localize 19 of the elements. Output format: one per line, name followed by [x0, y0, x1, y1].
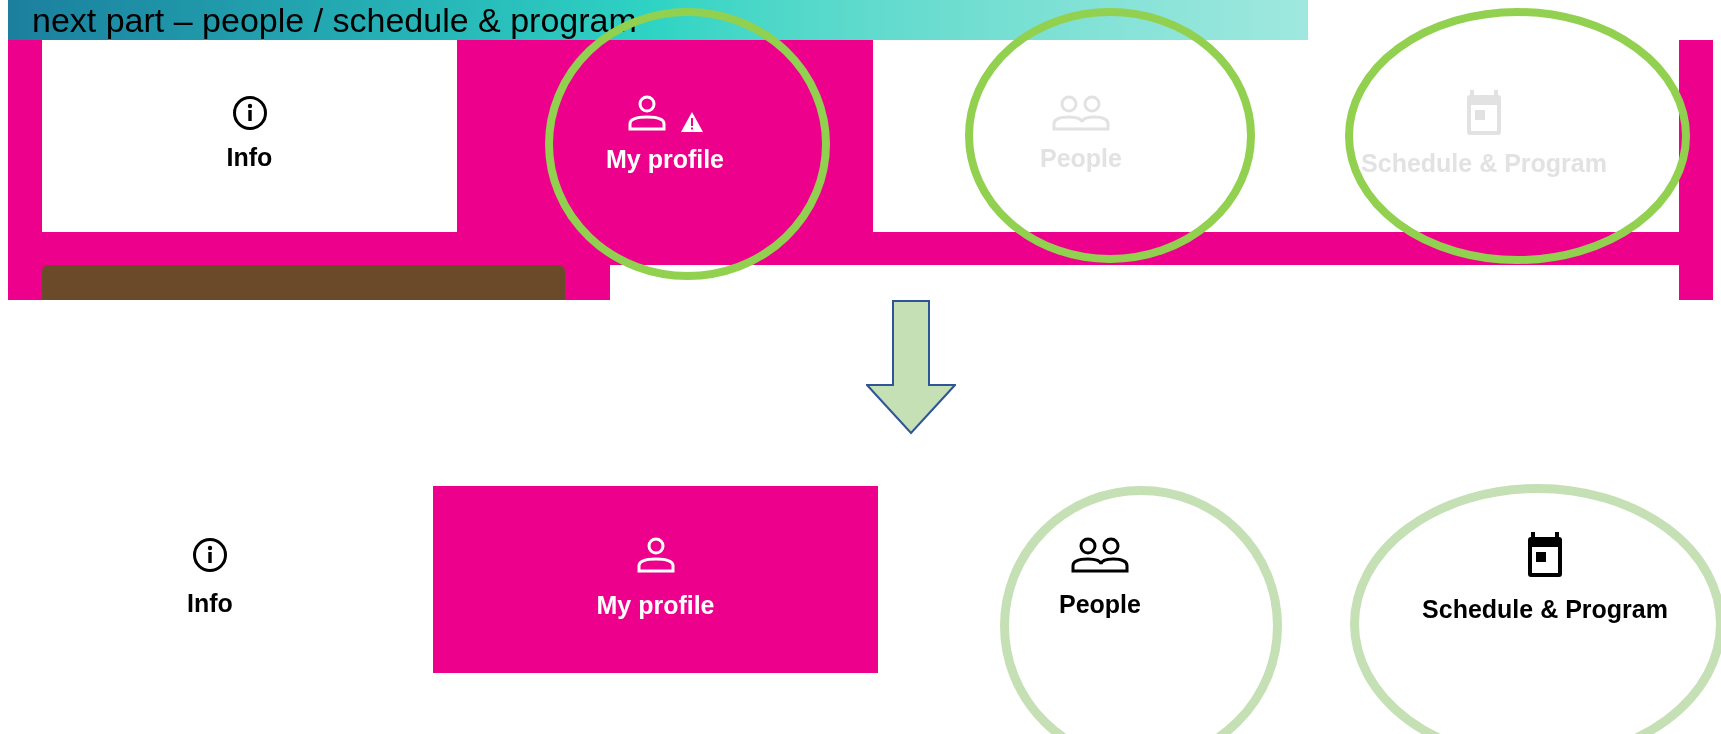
info-icon: [192, 536, 228, 573]
people-icon: [1071, 535, 1129, 574]
info-icon: [231, 95, 268, 132]
tab-label: Schedule & Program: [1422, 593, 1668, 625]
tab-label: My profile: [605, 144, 725, 176]
tab-label: Info: [187, 587, 233, 619]
tab[interactable]: Schedule & Program: [1400, 486, 1690, 673]
tab-label: My profile: [596, 589, 715, 621]
calendar-icon: [1464, 89, 1504, 138]
person-icon: [626, 93, 668, 134]
people-icon: [1052, 94, 1110, 133]
tab[interactable]: Info: [120, 486, 300, 673]
tab-label: Info: [226, 142, 273, 174]
tab[interactable]: Info: [42, 40, 457, 232]
tab-label: People: [1059, 588, 1141, 620]
calendar-icon: [1525, 530, 1565, 579]
tab[interactable]: My profile: [433, 486, 878, 673]
tab[interactable]: People: [1000, 486, 1200, 673]
warning-icon: [680, 111, 704, 134]
